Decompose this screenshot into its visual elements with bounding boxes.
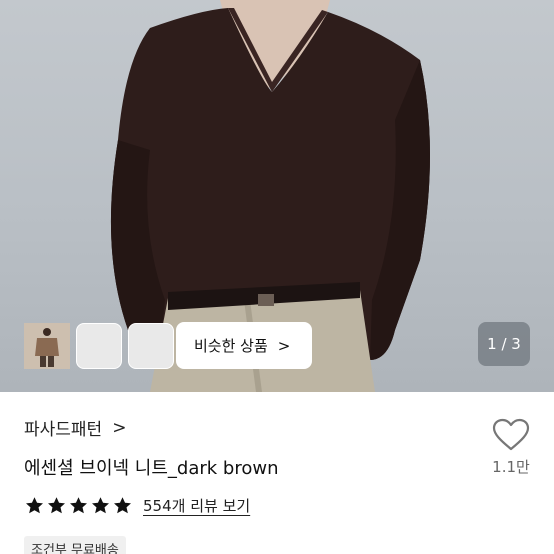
shop-link[interactable]: 파사드패턴 >: [24, 415, 127, 441]
shipping-badge: 조건부 무료배송: [24, 536, 126, 554]
thumbnail-brown-sweater[interactable]: [24, 323, 174, 369]
heart-icon: [492, 418, 530, 451]
chevron-right-icon: >: [112, 417, 127, 438]
similar-products-button[interactable]: 비슷한 상품 >: [176, 322, 312, 369]
star-icon: [92, 497, 109, 514]
star-icon: [48, 497, 65, 514]
rating-row: 554개 리뷰 보기: [24, 495, 250, 516]
star-icon: [114, 497, 131, 514]
like-count: 1.1만: [492, 458, 530, 476]
star-icon: [70, 497, 87, 514]
shop-name: 파사드패턴: [24, 420, 103, 440]
image-counter: 1 / 3: [478, 322, 530, 366]
chevron-right-icon: >: [277, 336, 291, 355]
product-image[interactable]: 비슷한 상품 > 1 / 3: [0, 0, 554, 392]
review-link[interactable]: 554개 리뷰 보기: [143, 495, 250, 516]
thumbnail-strip: [24, 323, 174, 369]
like-button[interactable]: 1.1만: [486, 418, 536, 477]
star-rating: [24, 495, 133, 516]
product-title: 에센셜 브이넥 니트_dark brown: [24, 458, 279, 479]
similar-products-label: 비슷한 상품: [194, 337, 268, 355]
star-icon: [26, 497, 43, 514]
thumbnail-burgundy-sweater[interactable]: [24, 323, 122, 369]
